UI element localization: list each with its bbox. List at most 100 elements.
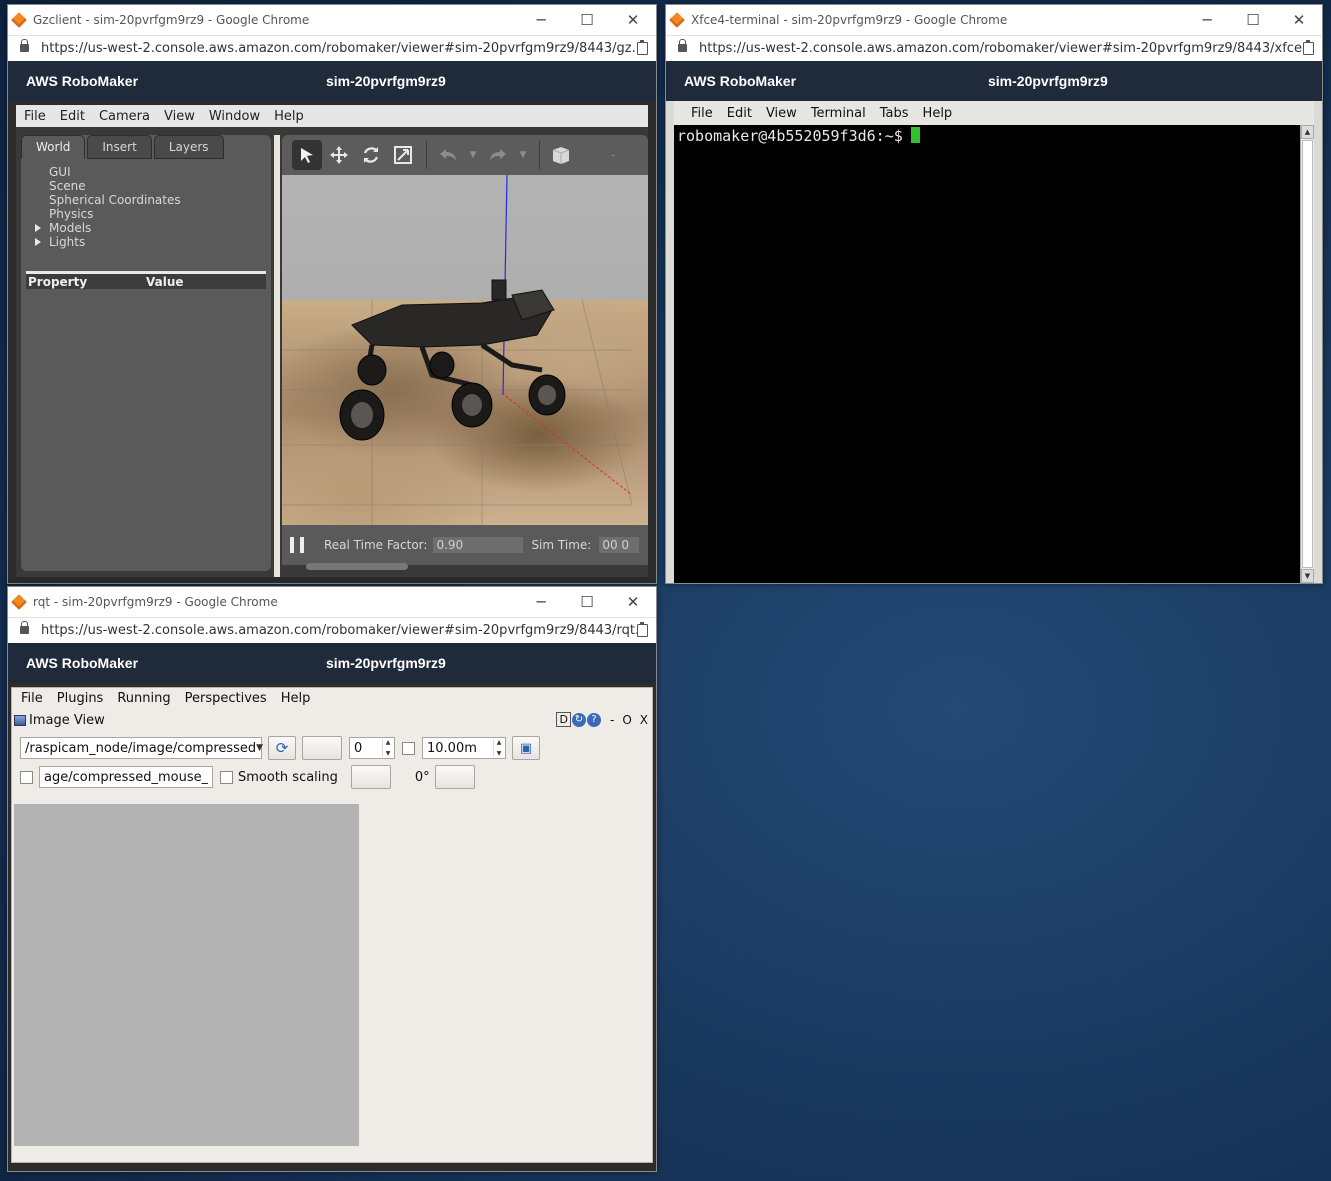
scene-panel: ▼ ▼ - Real Time Factor: 0.90 Sim Time: 0… — [282, 135, 648, 571]
address-bar[interactable]: https://us-west-2.console.aws.amazon.com… — [666, 35, 1322, 61]
simulation-id: sim-20pvrfgm9rz9 — [326, 73, 446, 89]
close-button[interactable]: ✕ — [610, 593, 656, 611]
gazebo-app: File Edit Camera View Window Help World … — [8, 101, 656, 583]
menu-camera[interactable]: Camera — [99, 109, 150, 124]
minimize-plugin-button[interactable]: - — [610, 713, 614, 727]
select-arrow-icon[interactable] — [292, 140, 322, 170]
refresh-icon: ⟳ — [275, 739, 289, 757]
url-text[interactable]: https://us-west-2.console.aws.amazon.com… — [41, 41, 637, 56]
minimize-button[interactable]: ─ — [518, 11, 564, 29]
mouse-topic-input[interactable]: age/compressed_mouse_left — [39, 766, 213, 788]
rotate-icon[interactable] — [356, 140, 386, 170]
undo-dropdown-icon[interactable]: ▼ — [465, 140, 481, 170]
translate-icon[interactable] — [324, 140, 354, 170]
tree-item-physics[interactable]: Physics — [49, 207, 271, 221]
smooth-scaling-checkbox[interactable] — [220, 770, 233, 784]
url-text[interactable]: https://us-west-2.console.aws.amazon.com… — [699, 41, 1303, 56]
image-display[interactable] — [14, 804, 359, 1146]
tree-item-models[interactable]: Models — [35, 221, 271, 235]
tab-world[interactable]: World — [21, 135, 86, 159]
horizontal-scrollbar[interactable] — [306, 563, 408, 570]
menu-file[interactable]: File — [691, 106, 713, 121]
close-plugin-button[interactable]: X — [640, 713, 648, 727]
rotate-left-button[interactable] — [350, 765, 391, 789]
terminal-app: File Edit View Terminal Tabs Help roboma… — [666, 101, 1322, 583]
property-table-header: Property Value — [26, 271, 266, 289]
reload-icon[interactable]: ↻ — [571, 712, 586, 727]
address-bar[interactable]: https://us-west-2.console.aws.amazon.com… — [8, 617, 656, 643]
chrome-logo-icon — [11, 12, 27, 28]
tree-item-spherical[interactable]: Spherical Coordinates — [49, 193, 271, 207]
rqt-menubar: File Plugins Running Perspectives Help — [12, 688, 652, 708]
max-range-spinbox[interactable]: 10.00m ▲ ▼ — [422, 737, 506, 759]
redo-icon[interactable] — [483, 140, 513, 170]
undo-icon[interactable] — [433, 140, 463, 170]
clipboard-icon[interactable] — [637, 40, 648, 55]
float-plugin-button[interactable]: O — [622, 713, 631, 727]
close-button[interactable]: ✕ — [1276, 11, 1322, 29]
spin-value: 0 — [354, 740, 363, 756]
menu-edit[interactable]: Edit — [60, 109, 85, 124]
minimize-button[interactable]: ─ — [518, 593, 564, 611]
menu-tabs[interactable]: Tabs — [880, 106, 909, 121]
tab-insert[interactable]: Insert — [87, 135, 152, 159]
menu-perspectives[interactable]: Perspectives — [185, 691, 267, 706]
rotate-right-button[interactable] — [434, 765, 475, 789]
minimize-button[interactable]: ─ — [1184, 11, 1230, 29]
menu-running[interactable]: Running — [117, 691, 170, 706]
panel-splitter[interactable] — [274, 135, 280, 577]
dock-button[interactable]: D — [556, 712, 571, 727]
menu-help[interactable]: Help — [281, 691, 311, 706]
value-spinbox[interactable]: 0 ▲ ▼ — [349, 737, 395, 759]
dynamic-range-checkbox[interactable] — [402, 741, 415, 755]
rover-model-icon[interactable] — [282, 175, 632, 525]
close-button[interactable]: ✕ — [610, 11, 656, 29]
topic-row: /raspicam_node/image/compressed ▼ ⟳ 0 ▲ ▼… — [20, 736, 540, 760]
robomaker-header: AWS RoboMaker sim-20pvrfgm9rz9 — [8, 61, 656, 101]
menu-view[interactable]: View — [766, 106, 797, 121]
menu-file[interactable]: File — [24, 109, 46, 124]
save-image-button[interactable]: ▣ — [512, 736, 540, 760]
help-icon[interactable]: ? — [586, 712, 601, 727]
terminal-scrollbar[interactable]: ▲ ▼ — [1300, 125, 1314, 583]
box-shape-icon[interactable] — [546, 140, 576, 170]
menu-file[interactable]: File — [21, 691, 43, 706]
more-tools-icon[interactable]: - — [598, 140, 628, 170]
pause-icon[interactable] — [290, 537, 304, 553]
tree-item-gui[interactable]: GUI — [49, 165, 271, 179]
scroll-thumb[interactable] — [1302, 140, 1313, 568]
window-titlebar[interactable]: Gzclient - sim-20pvrfgm9rz9 - Google Chr… — [8, 5, 656, 35]
maximize-button[interactable]: ☐ — [564, 11, 610, 29]
blank-button[interactable] — [302, 736, 342, 760]
redo-dropdown-icon[interactable]: ▼ — [515, 140, 531, 170]
maximize-button[interactable]: ☐ — [564, 593, 610, 611]
window-titlebar[interactable]: rqt - sim-20pvrfgm9rz9 - Google Chrome ─… — [8, 587, 656, 617]
topic-select[interactable]: /raspicam_node/image/compressed ▼ — [20, 737, 263, 759]
tab-layers[interactable]: Layers — [153, 135, 224, 159]
terminal-screen[interactable]: robomaker@4b552059f3d6:~$ — [674, 125, 1300, 583]
scroll-down-icon[interactable]: ▼ — [1301, 569, 1314, 583]
menu-help[interactable]: Help — [274, 109, 304, 124]
plugin-title: Image View — [29, 712, 105, 728]
refresh-topics-button[interactable]: ⟳ — [268, 736, 296, 760]
menu-help[interactable]: Help — [923, 106, 953, 121]
menu-edit[interactable]: Edit — [727, 106, 752, 121]
simulation-id: sim-20pvrfgm9rz9 — [326, 655, 446, 671]
tree-item-scene[interactable]: Scene — [49, 179, 271, 193]
maximize-button[interactable]: ☐ — [1230, 11, 1276, 29]
menu-view[interactable]: View — [164, 109, 195, 124]
3d-viewport[interactable] — [282, 175, 648, 525]
clipboard-icon[interactable] — [637, 622, 648, 637]
publish-mouse-checkbox[interactable] — [20, 770, 33, 784]
menu-plugins[interactable]: Plugins — [57, 691, 104, 706]
clipboard-icon[interactable] — [1303, 40, 1314, 55]
menu-window[interactable]: Window — [209, 109, 260, 124]
window-titlebar[interactable]: Xfce4-terminal - sim-20pvrfgm9rz9 - Goog… — [666, 5, 1322, 35]
scale-icon[interactable] — [388, 140, 418, 170]
menu-terminal[interactable]: Terminal — [811, 106, 866, 121]
tree-item-lights[interactable]: Lights — [35, 235, 271, 249]
address-bar[interactable]: https://us-west-2.console.aws.amazon.com… — [8, 35, 656, 61]
url-text[interactable]: https://us-west-2.console.aws.amazon.com… — [41, 623, 637, 638]
scroll-up-icon[interactable]: ▲ — [1301, 125, 1314, 139]
lock-icon — [20, 621, 29, 636]
